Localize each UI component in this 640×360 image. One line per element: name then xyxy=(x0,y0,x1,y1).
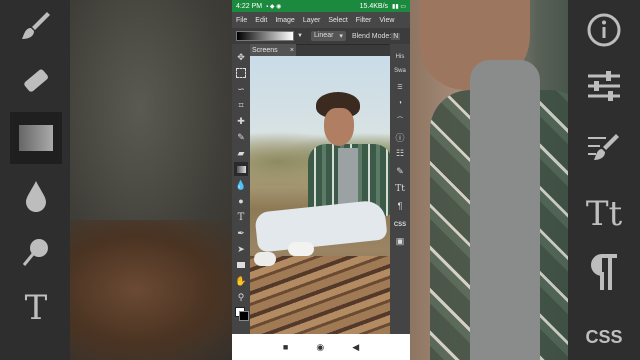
document-photo[interactable] xyxy=(250,56,390,334)
lasso-icon[interactable]: ∽ xyxy=(234,82,248,96)
color-swatch-icon[interactable] xyxy=(234,306,249,321)
pen-icon[interactable]: ✒ xyxy=(234,226,248,240)
gradient-preview[interactable] xyxy=(236,31,294,41)
blur-icon xyxy=(16,176,56,216)
menu-image[interactable]: Image xyxy=(271,17,298,24)
css-icon: CSS xyxy=(585,326,623,347)
notification-icons: ▪ ◆ ◉ xyxy=(266,3,282,10)
menu-edit[interactable]: Edit xyxy=(251,17,271,24)
type-icon[interactable]: T xyxy=(234,210,248,224)
gradient-type-value: Linear xyxy=(313,32,334,39)
paths-icon[interactable]: ⌒ xyxy=(392,112,408,126)
gradient-icon[interactable] xyxy=(234,162,248,176)
paragraph-icon[interactable]: ¶ xyxy=(392,199,408,213)
dodge-icon[interactable]: ● xyxy=(234,194,248,208)
gradient-icon xyxy=(10,112,62,164)
character-icon[interactable]: Tt xyxy=(392,182,408,196)
background-right-toolbar: Tt CSS xyxy=(568,0,640,360)
type-icon: T xyxy=(24,288,48,328)
recents-button[interactable]: ■ xyxy=(283,342,288,352)
brush-adjust-icon xyxy=(584,128,624,168)
css-icon[interactable]: CSS xyxy=(392,218,408,232)
menu-layer[interactable]: Layer xyxy=(299,17,325,24)
eraser-icon[interactable]: ▰ xyxy=(234,146,248,160)
chevron-down-icon: ▾ xyxy=(339,33,343,40)
document-tab[interactable]: Screens × xyxy=(250,44,296,56)
menu-file[interactable]: File xyxy=(232,17,251,24)
channels-icon[interactable]: ◑ xyxy=(392,96,408,110)
photo-tee xyxy=(338,148,358,210)
panel-swatches[interactable]: Swa xyxy=(392,64,408,78)
adjustments-icon xyxy=(584,66,624,106)
brush-icon[interactable]: ✎ xyxy=(234,130,248,144)
shape-icon[interactable] xyxy=(234,258,248,272)
menu-bar: File Edit Image Layer Select Filter View xyxy=(232,12,410,28)
android-nav-bar: ■ ◉ ◀ xyxy=(232,334,410,360)
status-time: 4:22 PM xyxy=(236,2,263,10)
close-icon[interactable]: × xyxy=(290,47,294,54)
blend-mode-label: Blend Mode: xyxy=(351,32,392,40)
background-logs xyxy=(70,220,235,360)
image-icon[interactable]: ▣ xyxy=(392,234,408,248)
photo-face xyxy=(324,108,354,146)
hand-icon[interactable]: ✋ xyxy=(234,274,248,288)
signal-battery-icon: ▮▮ ▭ xyxy=(392,3,406,10)
marquee-icon[interactable] xyxy=(234,66,248,80)
status-network: 15.4KB/s xyxy=(359,2,389,10)
menu-view[interactable]: View xyxy=(375,17,398,24)
dodge-icon xyxy=(16,232,56,272)
adjustments-icon[interactable]: ☷ xyxy=(392,146,408,160)
photo-shoe xyxy=(254,252,276,266)
info-icon[interactable]: ⓘ xyxy=(392,130,408,144)
menu-select[interactable]: Select xyxy=(324,17,351,24)
canvas-area[interactable] xyxy=(250,56,390,334)
gradient-type-select[interactable]: Linear ▾ xyxy=(310,31,346,41)
photo-jeans xyxy=(254,199,388,253)
path-select-icon[interactable]: ➤ xyxy=(234,242,248,256)
photo-shoe xyxy=(288,242,314,256)
photo-logs xyxy=(250,256,390,334)
paragraph-icon xyxy=(584,248,624,296)
crop-icon[interactable]: ⌗ xyxy=(234,98,248,112)
text-style-icon: Tt xyxy=(585,194,623,234)
panel-history[interactable]: His xyxy=(392,50,408,64)
home-button[interactable]: ◉ xyxy=(316,342,324,353)
brush-settings-icon[interactable]: ✎ xyxy=(392,164,408,178)
move-icon[interactable]: ✥ xyxy=(234,50,248,64)
document-tab-title: Screens xyxy=(252,46,278,54)
background-tee xyxy=(470,60,540,360)
info-icon xyxy=(584,10,624,50)
brush-icon xyxy=(16,6,56,46)
blend-mode-select[interactable]: N xyxy=(391,32,401,40)
menu-filter[interactable]: Filter xyxy=(352,17,376,24)
right-panel: His Swa ☰ ◑ ⌒ ⓘ ☷ ✎ Tt ¶ CSS ▣ xyxy=(390,44,410,334)
tools-panel: ✥ ∽ ⌗ ✚ ✎ ▰ 💧 ● T ✒ ➤ ✋ ⚲ xyxy=(232,44,250,334)
layers-icon[interactable]: ☰ xyxy=(392,80,408,94)
healing-icon[interactable]: ✚ xyxy=(234,114,248,128)
status-bar: 4:22 PM ▪ ◆ ◉ 15.4KB/s ▮▮ ▭ xyxy=(232,0,410,12)
chevron-down-icon[interactable]: ▼ xyxy=(297,33,303,39)
back-button[interactable]: ◀ xyxy=(352,342,359,353)
blur-icon[interactable]: 💧 xyxy=(234,178,248,192)
zoom-icon[interactable]: ⚲ xyxy=(234,290,248,304)
eraser-icon xyxy=(16,62,56,102)
options-bar: ▼ Linear ▾ Blend Mode: N xyxy=(232,28,410,45)
background-left-toolbar: T xyxy=(0,0,70,360)
phone-screen: 4:22 PM ▪ ◆ ◉ 15.4KB/s ▮▮ ▭ File Edit Im… xyxy=(232,0,410,360)
